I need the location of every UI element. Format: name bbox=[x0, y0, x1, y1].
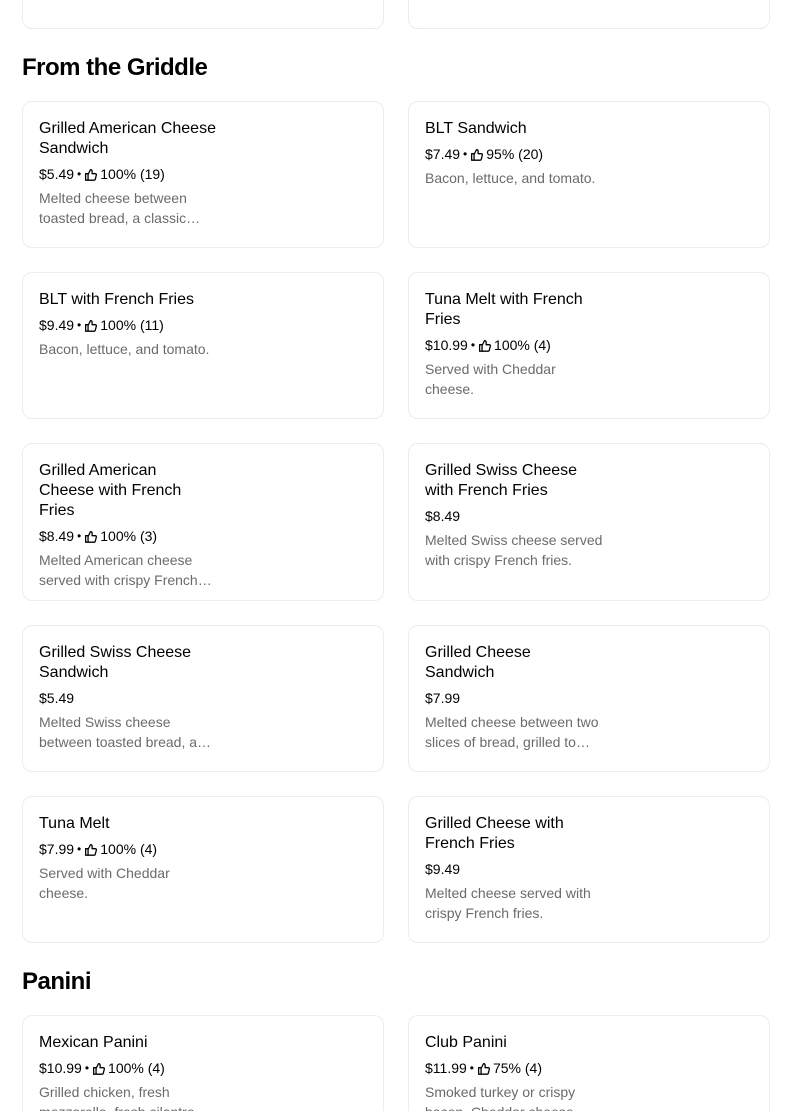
menu-item-card-partial[interactable] bbox=[408, 0, 770, 29]
item-rating: 100% (4) bbox=[100, 841, 158, 857]
item-meta: $5.49 • 100% (19) bbox=[39, 164, 367, 184]
menu-item-card[interactable]: Grilled Swiss Cheese with French Fries $… bbox=[408, 443, 770, 601]
item-name: Tuna Melt bbox=[39, 815, 110, 832]
item-meta: $8.49 bbox=[425, 506, 753, 526]
item-price: $7.99 bbox=[39, 841, 75, 857]
item-name: Grilled Swiss Cheese Sandwich bbox=[39, 644, 192, 681]
item-price: $5.49 bbox=[39, 166, 75, 182]
item-price: $9.49 bbox=[425, 861, 461, 877]
item-price: $10.99 bbox=[39, 1060, 82, 1076]
item-description: Grilled chicken, fresh mozzarella, fresh… bbox=[39, 1084, 199, 1111]
item-rating: 100% (4) bbox=[494, 337, 551, 353]
menu-item-card[interactable]: Grilled American Cheese Sandwich $5.49 •… bbox=[22, 101, 384, 248]
menu-item-card[interactable]: Club Panini $11.99 • 75% (4) Smoked turk… bbox=[408, 1015, 770, 1111]
item-description: Melted Swiss cheese between toasted brea… bbox=[39, 714, 198, 750]
item-name: Tuna Melt with French Fries bbox=[425, 291, 583, 328]
item-meta: $9.49 bbox=[425, 859, 753, 879]
item-price: $10.99 bbox=[425, 337, 468, 353]
separator: • bbox=[463, 147, 468, 161]
menu-item-card[interactable]: BLT Sandwich $7.49 • 95% (20) Bacon, let… bbox=[408, 101, 770, 248]
separator: • bbox=[470, 338, 476, 352]
item-meta: $5.49 bbox=[39, 688, 367, 708]
item-description: Bacon, lettuce, and tomato. bbox=[39, 341, 210, 357]
item-name: Grilled Cheese with French Fries bbox=[425, 815, 564, 852]
item-meta: $11.99 • 75% (4) bbox=[425, 1058, 753, 1078]
item-meta: $10.99 • 100% (4) bbox=[39, 1058, 367, 1078]
item-rating: 100% (4) bbox=[108, 1060, 165, 1076]
item-meta: $7.49 • 95% (20) bbox=[425, 144, 753, 164]
item-description: Melted Swiss cheese served with crispy F… bbox=[425, 532, 603, 568]
item-description: Melted cheese between toasted bread, a c… bbox=[39, 190, 187, 226]
item-name: Grilled Swiss Cheese with French Fries bbox=[425, 462, 578, 499]
item-meta: $9.49 • 100% (11) bbox=[39, 315, 367, 335]
item-rating: 100% (19) bbox=[100, 166, 165, 182]
thumbs-up-icon bbox=[84, 168, 98, 181]
item-name: BLT Sandwich bbox=[425, 120, 527, 137]
item-description: Melted American cheese served with crisp… bbox=[39, 552, 198, 588]
item-price: $7.99 bbox=[425, 690, 461, 706]
thumbs-up-icon bbox=[84, 319, 98, 332]
menu-item-card[interactable]: Tuna Melt with French Fries $10.99 • 100… bbox=[408, 272, 770, 419]
item-name: Grilled American Cheese Sandwich bbox=[39, 120, 216, 157]
menu-item-card[interactable]: Grilled Cheese with French Fries $9.49 M… bbox=[408, 796, 770, 943]
item-description: Melted cheese between two slices of brea… bbox=[425, 714, 599, 750]
thumbs-up-icon bbox=[477, 1062, 490, 1075]
item-meta: $7.99 • 100% (4) bbox=[39, 839, 367, 859]
item-description: Bacon, lettuce, and tomato. bbox=[425, 170, 596, 186]
menu-item-card[interactable]: Grilled Cheese Sandwich $7.99 Melted che… bbox=[408, 625, 770, 772]
item-meta: $7.99 bbox=[425, 688, 753, 708]
menu-item-card-partial[interactable] bbox=[22, 0, 384, 29]
item-price: $8.49 bbox=[39, 528, 75, 544]
item-description: Melted cheese served with crispy French … bbox=[425, 885, 591, 921]
item-name: BLT with French Fries bbox=[39, 291, 195, 308]
separator: • bbox=[77, 529, 82, 543]
thumbs-up-icon bbox=[84, 530, 98, 543]
item-rating: 95% (20) bbox=[486, 146, 544, 162]
item-name: Club Panini bbox=[425, 1034, 507, 1051]
item-rating: 100% (11) bbox=[100, 317, 164, 333]
thumbs-up-icon bbox=[478, 339, 492, 352]
item-rating: 100% (3) bbox=[100, 528, 158, 544]
menu-item-card[interactable]: Grilled Swiss Cheese Sandwich $5.49 Melt… bbox=[22, 625, 384, 772]
thumbs-up-icon bbox=[84, 843, 98, 856]
item-description: Served with Cheddar cheese. bbox=[39, 865, 170, 901]
item-rating: 75% (4) bbox=[492, 1060, 543, 1076]
separator: • bbox=[84, 1061, 90, 1075]
item-name: Grilled American Cheese with French Frie… bbox=[39, 462, 182, 519]
item-price: $7.49 bbox=[425, 146, 461, 162]
item-price: $9.49 bbox=[39, 317, 75, 333]
separator: • bbox=[77, 842, 82, 856]
thumbs-up-icon bbox=[470, 148, 484, 161]
item-price: $5.49 bbox=[39, 690, 75, 706]
menu-item-card[interactable]: Tuna Melt $7.99 • 100% (4) Served with C… bbox=[22, 796, 384, 943]
section-title-panini: Panini bbox=[22, 968, 92, 995]
item-name: Grilled Cheese Sandwich bbox=[425, 644, 531, 681]
menu-page: From the Griddle Grilled American Cheese… bbox=[0, 0, 804, 1111]
item-description: Served with Cheddar cheese. bbox=[425, 361, 556, 397]
menu-item-card[interactable]: BLT with French Fries $9.49 • 100% (11) … bbox=[22, 272, 384, 419]
thumbs-up-icon bbox=[92, 1062, 106, 1075]
item-meta: $10.99 • 100% (4) bbox=[425, 335, 753, 355]
item-name: Mexican Panini bbox=[39, 1034, 148, 1051]
item-meta: $8.49 • 100% (3) bbox=[39, 526, 367, 546]
section-title-griddle: From the Griddle bbox=[22, 54, 208, 81]
item-price: $8.49 bbox=[425, 508, 461, 524]
separator: • bbox=[77, 318, 82, 332]
separator: • bbox=[77, 167, 82, 181]
item-description: Smoked turkey or crispy bacon, Cheddar c… bbox=[425, 1084, 578, 1111]
menu-item-card[interactable]: Grilled American Cheese with French Frie… bbox=[22, 443, 384, 601]
menu-item-card[interactable]: Mexican Panini $10.99 • 100% (4) Grilled… bbox=[22, 1015, 384, 1111]
separator: • bbox=[469, 1061, 474, 1075]
item-price: $11.99 bbox=[425, 1060, 467, 1076]
